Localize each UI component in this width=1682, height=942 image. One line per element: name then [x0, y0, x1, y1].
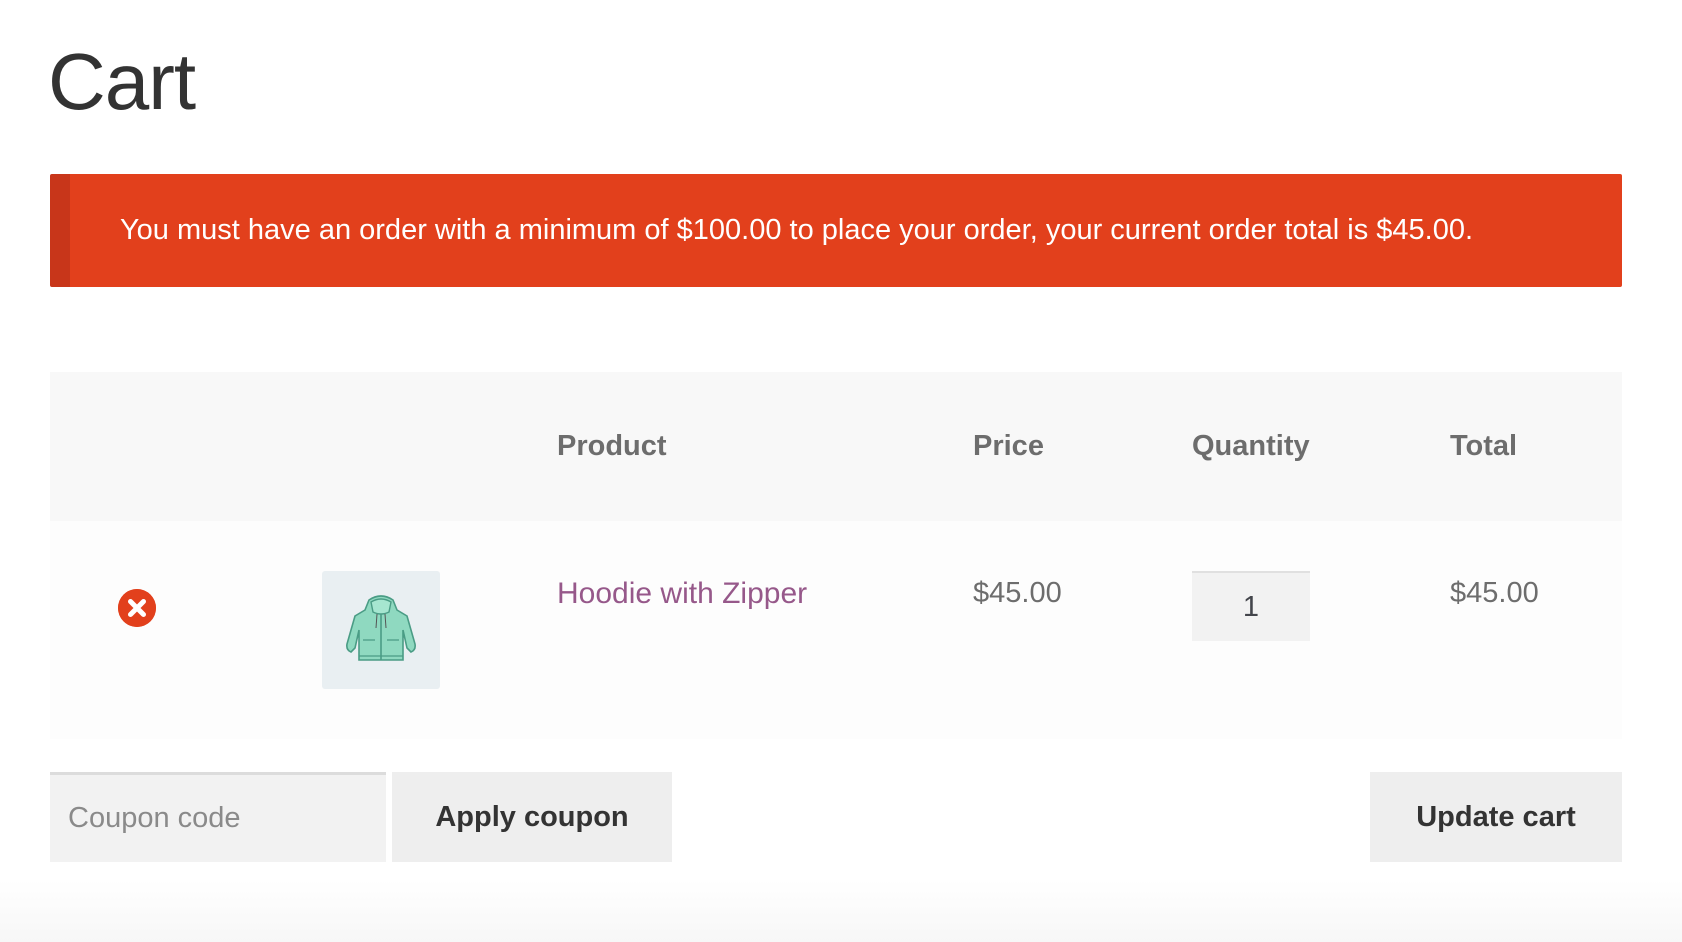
product-price: $45.00 — [973, 577, 1062, 609]
header-total: Total — [1450, 430, 1518, 462]
cart-table: Product Price Quantity Total Hoodie with… — [50, 372, 1622, 739]
cart-actions: Apply coupon Update cart — [50, 772, 1622, 862]
coupon-code-input[interactable] — [50, 772, 386, 862]
product-subtotal: $45.00 — [1450, 577, 1539, 609]
header-quantity: Quantity — [1192, 430, 1310, 462]
error-notice: You must have an order with a minimum of… — [50, 174, 1622, 287]
remove-item-button[interactable] — [118, 589, 156, 627]
error-notice-text: You must have an order with a minimum of… — [120, 214, 1474, 246]
hoodie-thumbnail — [346, 595, 416, 661]
page-bottom-shade — [0, 880, 1682, 942]
cart-page: Cart You must have an order with a minim… — [0, 0, 1682, 942]
remove-circle-icon — [118, 589, 156, 627]
cart-table-header: Product Price Quantity Total — [50, 372, 1622, 521]
apply-coupon-button[interactable]: Apply coupon — [392, 772, 672, 862]
header-product: Product — [557, 430, 667, 462]
product-thumbnail[interactable] — [322, 571, 440, 689]
page-title: Cart — [48, 37, 196, 126]
product-name-link[interactable]: Hoodie with Zipper — [557, 577, 807, 611]
table-row: Hoodie with Zipper $45.00 $45.00 — [50, 521, 1622, 739]
quantity-input[interactable] — [1192, 571, 1310, 641]
update-cart-button[interactable]: Update cart — [1370, 772, 1622, 862]
header-price: Price — [973, 430, 1044, 462]
